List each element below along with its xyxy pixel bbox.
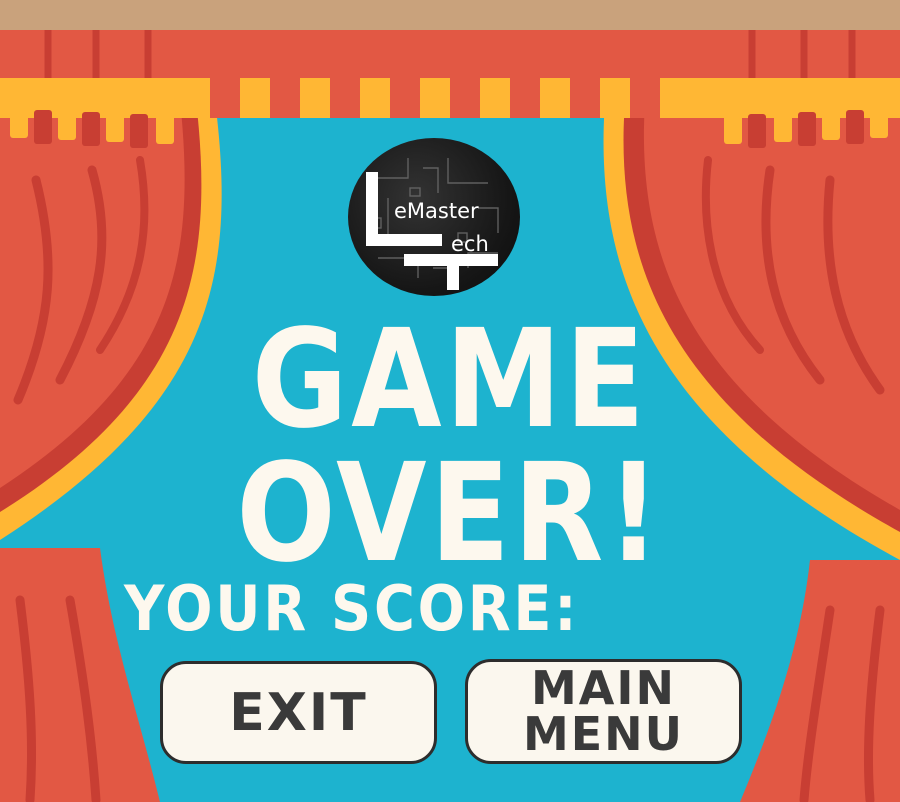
logo-text-emaster: eMaster — [394, 199, 479, 223]
score-label: YOUR SCORE: — [124, 572, 580, 645]
game-over-title-line2: OVER! — [236, 435, 664, 593]
main-menu-button[interactable]: MAIN MENU — [465, 659, 742, 764]
main-menu-label-line1: MAIN — [531, 661, 676, 716]
lemaster-tech-logo: eMaster ech — [348, 138, 520, 296]
game-over-screen: eMaster ech GAME OVER! YOUR SCORE: EXIT … — [0, 0, 900, 802]
exit-button-label: EXIT — [229, 682, 368, 743]
main-menu-label-line2: MENU — [522, 706, 685, 761]
game-over-title-line1: GAME — [251, 301, 649, 459]
logo-text-ech: ech — [451, 232, 489, 256]
exit-button[interactable]: EXIT — [160, 661, 437, 764]
